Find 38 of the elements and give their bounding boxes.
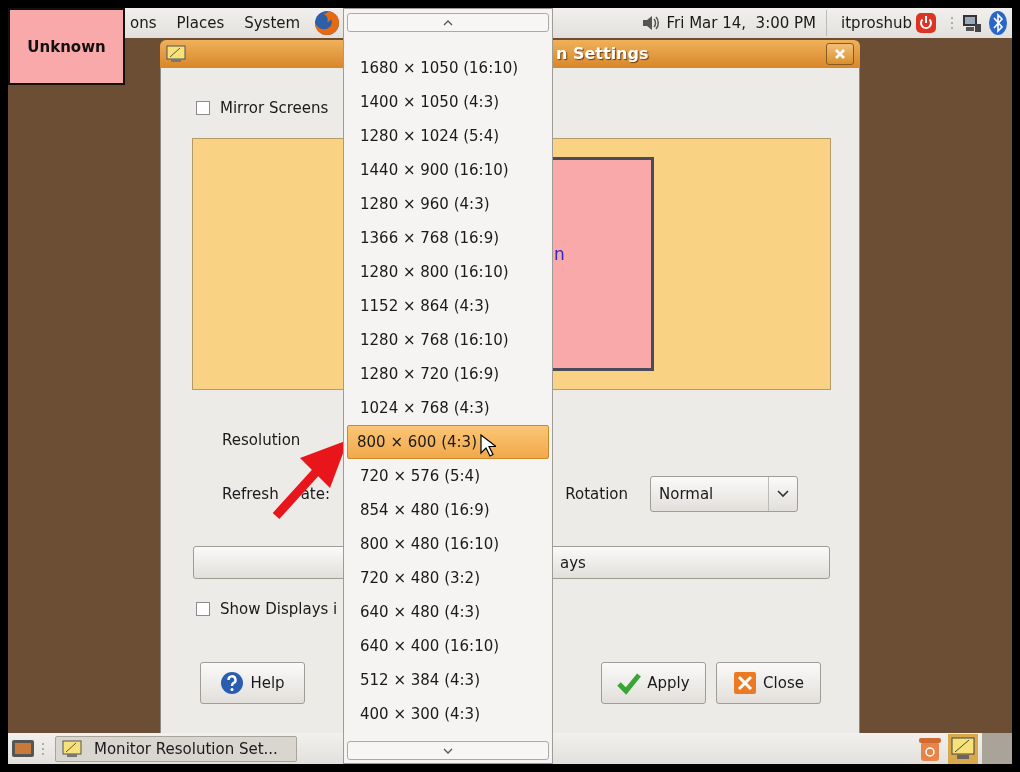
checkbox-label[interactable]: Mirror Screens [220, 99, 329, 117]
resolution-option[interactable]: 1400 × 1050 (4:3) [347, 85, 549, 119]
resolution-option[interactable]: 1280 × 800 (16:10) [347, 255, 549, 289]
resolution-option[interactable]: 400 × 300 (4:3) [347, 697, 549, 731]
resolution-option[interactable]: 800 × 600 (4:3) [347, 425, 549, 459]
help-button[interactable]: Help [200, 662, 305, 704]
resolution-option[interactable]: 1024 × 768 (4:3) [347, 391, 549, 425]
resolution-option[interactable]: 720 × 576 (5:4) [347, 459, 549, 493]
resolution-option[interactable]: 1366 × 768 (16:9) [347, 221, 549, 255]
field-label: ate: [300, 485, 330, 503]
resolution-option[interactable]: 1440 × 900 (16:10) [347, 153, 549, 187]
monitor-label[interactable]: Unknown [8, 8, 125, 85]
resolution-option[interactable]: 1152 × 864 (4:3) [347, 289, 549, 323]
panel-clock[interactable]: Fri Mar 14, 3:00 PM [666, 14, 817, 32]
field-label: Resolution [222, 431, 301, 449]
monitor-name: n [554, 244, 565, 264]
resolution-option[interactable]: 640 × 400 (16:10) [347, 629, 549, 663]
field-label: Refresh [222, 485, 279, 503]
window-title: n Settings [556, 44, 649, 63]
resolution-option[interactable]: 1680 × 1050 (16:10) [347, 51, 549, 85]
resolution-option[interactable]: 512 × 384 (4:3) [347, 663, 549, 697]
resolution-option[interactable]: 800 × 480 (16:10) [347, 527, 549, 561]
field-label: Rotation [565, 485, 628, 503]
apply-button[interactable]: Apply [601, 662, 706, 704]
resolution-option[interactable]: 1280 × 768 (16:10) [347, 323, 549, 357]
resolution-option[interactable]: 1280 × 720 (16:9) [347, 357, 549, 391]
checkbox-label[interactable]: Show Displays i [220, 600, 338, 618]
resolution-option[interactable]: 1280 × 960 (4:3) [347, 187, 549, 221]
panel-menu[interactable]: Places [166, 14, 235, 32]
user-name[interactable]: itproshub [837, 14, 916, 32]
resolution-option[interactable]: 1280 × 1024 (5:4) [347, 119, 549, 153]
taskbar-button[interactable]: Monitor Resolution Set... [55, 735, 297, 762]
resolution-option[interactable]: 640 × 480 (4:3) [347, 595, 549, 629]
resolution-option[interactable]: 720 × 480 (3:2) [347, 561, 549, 595]
resolution-option[interactable]: 854 × 480 (16:9) [347, 493, 549, 527]
rotation-dropdown[interactable]: Normal [650, 476, 798, 512]
close-button[interactable]: Close [716, 662, 821, 704]
panel-menu[interactable]: System [234, 14, 311, 32]
